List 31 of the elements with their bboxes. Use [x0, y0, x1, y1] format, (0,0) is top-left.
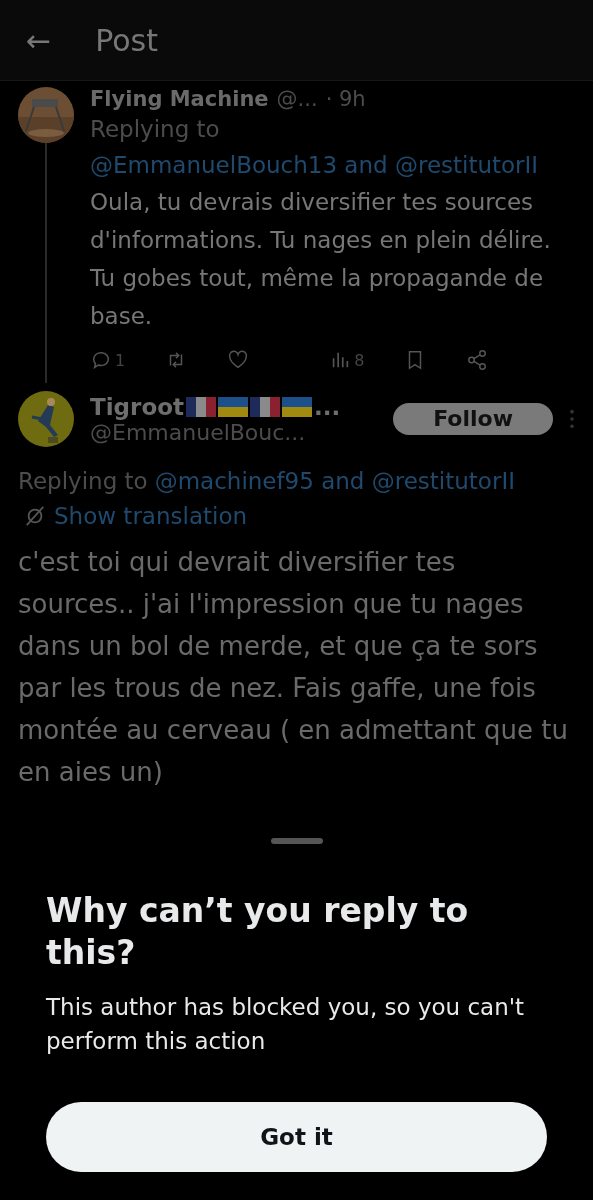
- flag-icon: [218, 396, 248, 417]
- sheet-title: Why can’t you reply to this?: [46, 890, 470, 974]
- sheet-message: This author has blocked you, so you can't perform this action: [46, 993, 526, 1056]
- author-name: Tigroot: [90, 393, 184, 420]
- name-ellipsis: ...: [314, 393, 341, 420]
- action-count: 8: [354, 350, 365, 370]
- show-translation-link[interactable]: Show translation: [54, 499, 248, 533]
- like-icon[interactable]: [227, 349, 250, 371]
- sheet-handle[interactable]: [270, 838, 323, 844]
- author-name: Flying Machine: [90, 87, 269, 111]
- follow-button[interactable]: Follow: [393, 403, 553, 435]
- action-count: 1: [115, 350, 126, 370]
- post-text: Oula, tu devrais diversifier tes sources d'informations. Tu nages en plein délire. Tu gobes tout, même la propagande de base.: [90, 188, 552, 331]
- mention-link[interactable]: @machinef95 and @restitutorII: [154, 463, 515, 499]
- reply-icon[interactable]: [90, 349, 112, 371]
- flag-icon: [186, 396, 216, 417]
- translate-icon: [24, 505, 46, 527]
- post-time: · 9h: [325, 87, 366, 111]
- mention-link[interactable]: @EmmanuelBouch13 and @restitutorII: [90, 147, 539, 183]
- author-handle: @...: [276, 87, 318, 111]
- more-icon[interactable]: [569, 408, 575, 430]
- back-button[interactable]: ←: [26, 22, 52, 58]
- got-it-button[interactable]: Got it: [46, 1102, 547, 1172]
- page-title: Post: [95, 22, 158, 58]
- flag-icon: [250, 396, 280, 417]
- post-text: c'est toi qui devrait diversifier tes sources.. j'ai l'impression que tu nages dans un bol de merde, et que ça te sors par les trous de nez. Fais gaffe, une fois montée au cerveau ( en admettant que tu en aies un): [18, 546, 569, 789]
- author-handle: @EmmanuelBouc...: [90, 419, 307, 445]
- share-icon[interactable]: [466, 349, 489, 371]
- flag-icon: [282, 396, 312, 417]
- replying-label: Replying to: [90, 115, 220, 144]
- replying-label: Replying to: [18, 467, 148, 496]
